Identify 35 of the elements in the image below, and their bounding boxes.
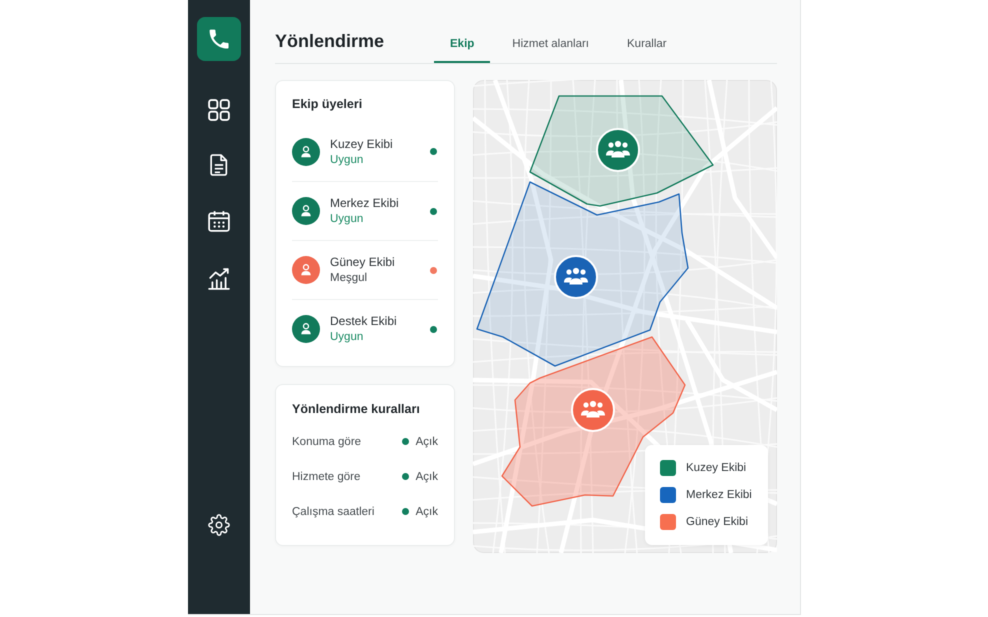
team-status: Uygun	[330, 212, 364, 227]
team-status: Meşgul	[330, 271, 368, 286]
tab[interactable]: Ekip	[434, 36, 490, 63]
team-status: Uygun	[330, 152, 364, 168]
legend-label: Güney Ekibi	[686, 515, 748, 530]
document-icon[interactable]	[208, 154, 230, 176]
people-marker-icon[interactable]	[554, 255, 598, 299]
rule-label: Konuma göre	[292, 434, 362, 450]
tab[interactable]: Hizmet alanları	[496, 36, 605, 63]
service-zone[interactable]	[529, 95, 714, 207]
team-name: Kuzey Ekibi	[330, 136, 393, 152]
chart-icon[interactable]	[208, 268, 230, 290]
legend-label: Kuzey Ekibi	[686, 461, 746, 476]
team-name: Destek Ekibi	[330, 313, 397, 329]
settings-icon[interactable]	[208, 514, 230, 536]
grid-icon[interactable]	[208, 99, 230, 121]
calendar-icon[interactable]	[208, 210, 230, 232]
service-zone[interactable]	[501, 336, 686, 507]
rule-value: Açık	[416, 504, 438, 520]
team-status: Uygun	[330, 330, 364, 345]
page-title: Yönlendirme	[275, 30, 386, 53]
tab[interactable]: Kurallar	[611, 36, 683, 63]
rule-label: Çalışma saatleri	[292, 504, 376, 520]
rule-value: Açık	[416, 470, 438, 484]
legend-label: Merkez Ekibi	[686, 488, 752, 503]
rule-label: Hizmete göre	[292, 470, 362, 484]
people-marker-icon[interactable]	[596, 128, 640, 172]
service-zone[interactable]	[476, 181, 689, 367]
rule-value: Açık	[416, 434, 438, 450]
card-title: Ekip üyeleri	[292, 96, 364, 112]
people-marker-icon[interactable]	[571, 388, 615, 432]
team-name: Güney Ekibi	[330, 254, 395, 270]
card-title: Yönlendirme kuralları	[292, 401, 421, 417]
phone-logo-icon[interactable]	[197, 17, 241, 61]
team-name: Merkez Ekibi	[330, 195, 399, 211]
